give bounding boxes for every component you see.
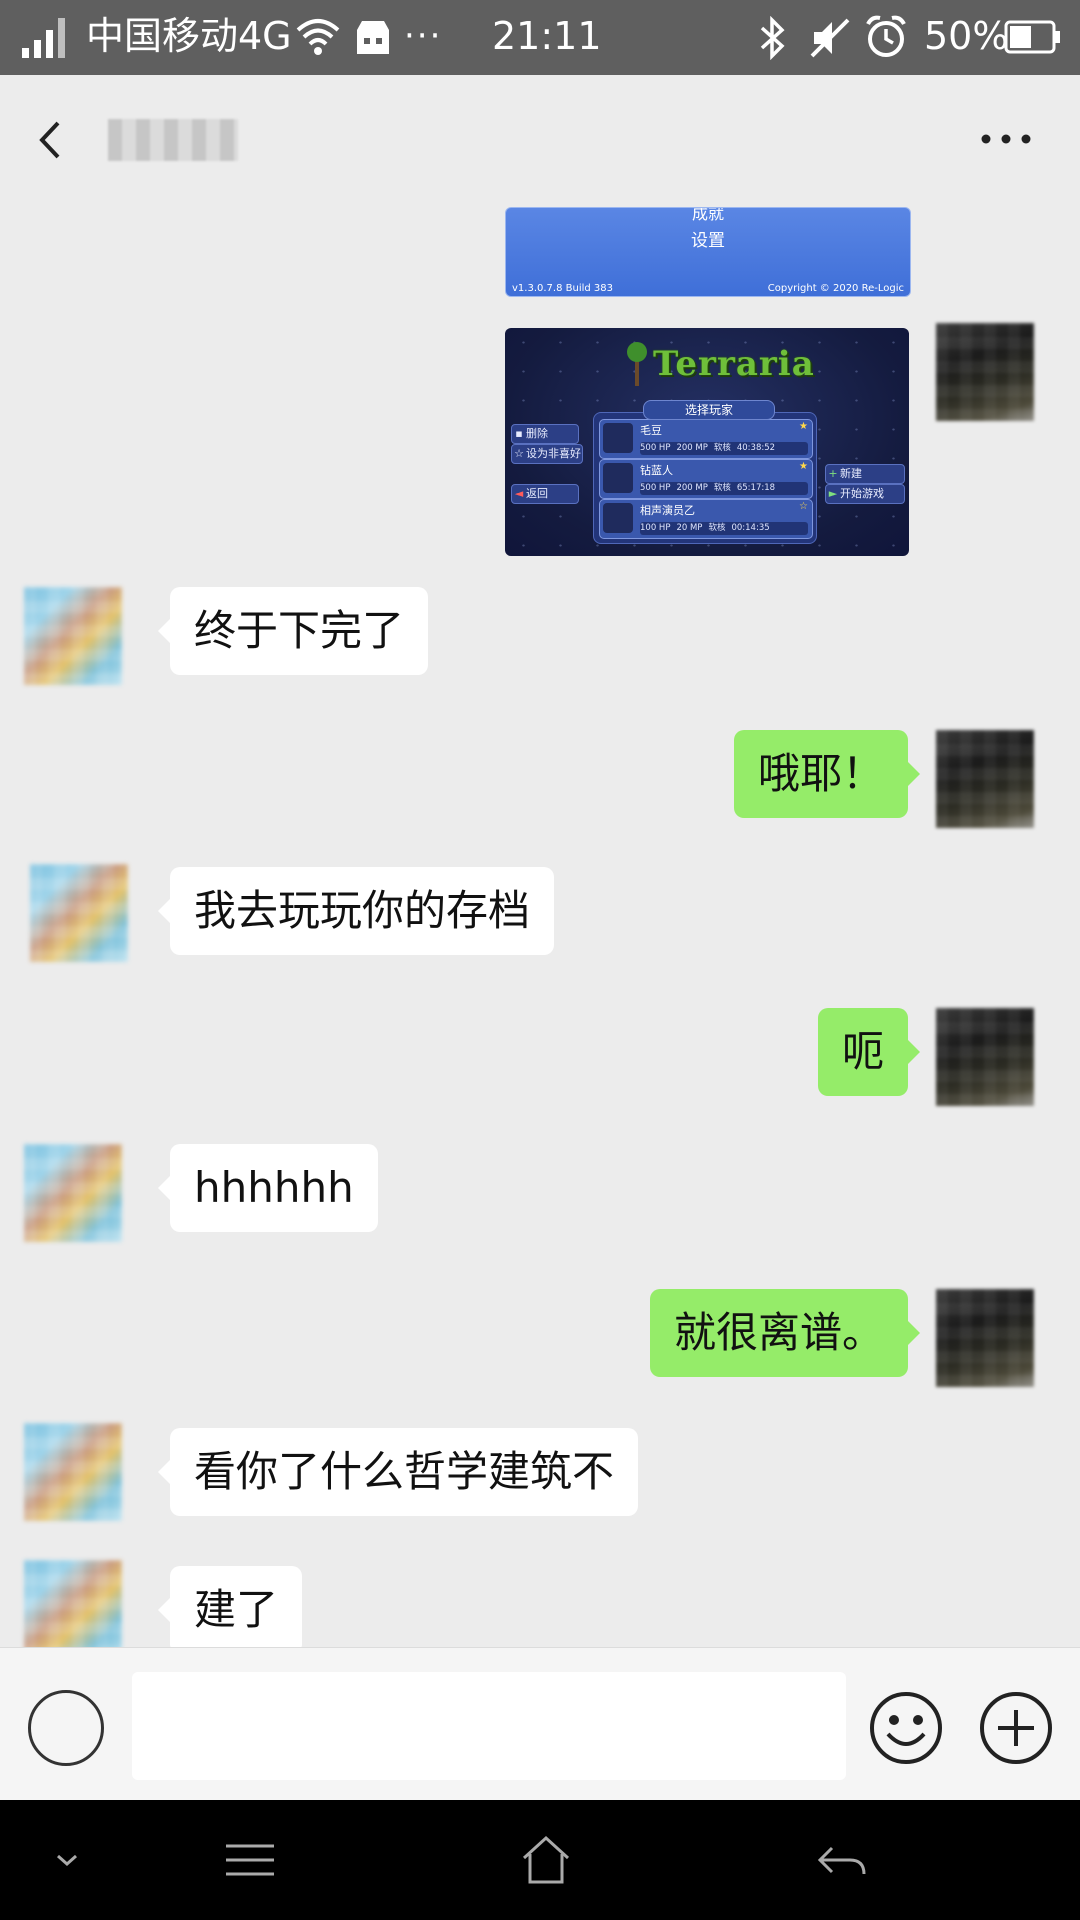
message-bubble-incoming[interactable]: hhhhhh: [158, 1144, 378, 1232]
player-mode: 软核: [713, 443, 731, 453]
carrier-label: 中国移动4G: [86, 14, 292, 58]
player-time: 40:38:52: [736, 443, 776, 453]
player-stats: 100 HP 20 MP 软核 00:14:35: [640, 522, 808, 535]
player-avatar: [603, 463, 633, 493]
back-icon: ◄: [514, 487, 524, 500]
system-nav-bar: [0, 1800, 1080, 1920]
menu-item-settings: 设置: [691, 231, 725, 251]
my-avatar[interactable]: [936, 730, 1034, 828]
shop-icon: [357, 21, 389, 54]
status-more: ···: [404, 16, 443, 56]
battery-percent: 50%: [924, 14, 1009, 58]
more-dots-icon[interactable]: [976, 127, 1036, 151]
new-player-button: + 新建: [825, 464, 905, 484]
play-icon: ►: [828, 487, 838, 500]
panel-title: 选择玩家: [643, 400, 775, 420]
player-time: 00:14:35: [731, 523, 770, 533]
contact-name-blurred: [108, 119, 238, 161]
version-label: v1.3.0.7.8 Build 383: [512, 283, 613, 294]
battery-icon: [1004, 20, 1060, 54]
friend-avatar[interactable]: [24, 1560, 122, 1647]
chat-header: [0, 75, 1080, 207]
player-mp: 20 MP: [676, 523, 703, 533]
shared-image-terraria[interactable]: Terraria 毛豆 ★ 500 HP 200 MP 软核 40:38:52 钻蓝人…: [505, 328, 909, 556]
tree-icon: [627, 342, 647, 386]
player-name: 钻蓝人: [640, 464, 673, 477]
friend-avatar[interactable]: [24, 1423, 122, 1521]
emoji-icon[interactable]: [868, 1690, 944, 1766]
alarm-icon: [866, 15, 906, 57]
wifi-icon: [296, 19, 340, 55]
player-hp: 500 HP: [640, 483, 671, 493]
my-avatar[interactable]: [936, 1008, 1034, 1106]
player-mp: 200 MP: [676, 483, 708, 493]
message-bubble-outgoing[interactable]: 呃: [817, 1008, 921, 1096]
friend-avatar[interactable]: [24, 587, 122, 685]
message-bubble-incoming[interactable]: 终于下完了: [157, 587, 429, 675]
player-row: 相声演员乙 ☆ 100 HP 20 MP 软核 00:14:35: [599, 499, 813, 539]
return-button: ◄ 返回: [511, 484, 579, 504]
favorite-button: ☆ 设为非喜好: [511, 444, 583, 464]
player-avatar: [603, 423, 633, 453]
delete-button: ▪ 删除: [511, 424, 579, 444]
my-avatar[interactable]: [936, 1289, 1034, 1387]
star-icon: ★: [799, 421, 808, 432]
menu-item-achievements: 成就: [691, 207, 724, 223]
player-mode: 软核: [713, 483, 731, 493]
friend-avatar[interactable]: [24, 1144, 122, 1242]
message-bubble-incoming[interactable]: 我去玩玩你的存档: [157, 867, 555, 955]
star-icon: ☆: [514, 447, 524, 460]
player-name: 毛豆: [640, 424, 662, 437]
player-stats: 500 HP 200 MP 软核 40:38:52: [640, 442, 808, 455]
message-input[interactable]: [132, 1672, 846, 1780]
signal-icon: [22, 18, 65, 58]
back-icon[interactable]: [814, 1830, 870, 1890]
message-bubble-incoming[interactable]: 看你了什么哲学建筑不: [157, 1428, 639, 1516]
player-mode: 软核: [708, 523, 726, 533]
voice-icon[interactable]: [28, 1690, 104, 1766]
player-name: 相声演员乙: [640, 504, 695, 517]
trash-icon: ▪: [515, 427, 523, 440]
menu-icon[interactable]: [222, 1830, 278, 1890]
star-icon: ★: [799, 461, 808, 472]
home-icon[interactable]: [518, 1830, 574, 1890]
plus-icon: +: [828, 467, 838, 480]
clock: 21:11: [492, 14, 602, 58]
plus-icon[interactable]: [978, 1690, 1054, 1766]
player-mp: 200 MP: [676, 443, 708, 453]
player-hp: 100 HP: [640, 523, 671, 533]
player-time: 65:17:18: [736, 483, 776, 493]
status-bar: 中国移动4G ··· 21:11 50%: [0, 0, 1080, 75]
player-stats: 500 HP 200 MP 软核 65:17:18: [640, 482, 808, 495]
input-bar: [0, 1647, 1080, 1801]
player-avatar: [603, 503, 633, 533]
mute-icon: [810, 18, 850, 58]
friend-avatar[interactable]: [30, 864, 128, 962]
message-bubble-outgoing[interactable]: 就很离谱。: [649, 1289, 921, 1377]
start-game-button: ► 开始游戏: [825, 484, 905, 504]
game-logo: Terraria: [653, 344, 815, 384]
bluetooth-icon: [760, 16, 785, 60]
chat-area[interactable]: 成就 设置 v1.3.0.7.8 Build 383 Copyright © 2…: [0, 207, 1080, 1647]
chevron-down-icon[interactable]: [50, 1830, 84, 1890]
my-avatar[interactable]: [936, 323, 1034, 421]
message-bubble-outgoing[interactable]: 哦耶！: [733, 730, 921, 818]
back-arrow-icon[interactable]: [32, 115, 72, 165]
copyright-label: Copyright © 2020 Re-Logic: [767, 283, 904, 294]
star-outline-icon: ☆: [799, 501, 808, 512]
shared-image-settings[interactable]: 成就 设置 v1.3.0.7.8 Build 383 Copyright © 2…: [505, 207, 911, 297]
player-select-panel: 毛豆 ★ 500 HP 200 MP 软核 40:38:52 钻蓝人 ★ 500 HP…: [593, 412, 817, 544]
player-hp: 500 HP: [640, 443, 671, 453]
player-row: 毛豆 ★ 500 HP 200 MP 软核 40:38:52: [599, 419, 813, 459]
message-bubble-incoming[interactable]: 建了: [157, 1566, 303, 1647]
player-row: 钻蓝人 ★ 500 HP 200 MP 软核 65:17:18: [599, 459, 813, 499]
